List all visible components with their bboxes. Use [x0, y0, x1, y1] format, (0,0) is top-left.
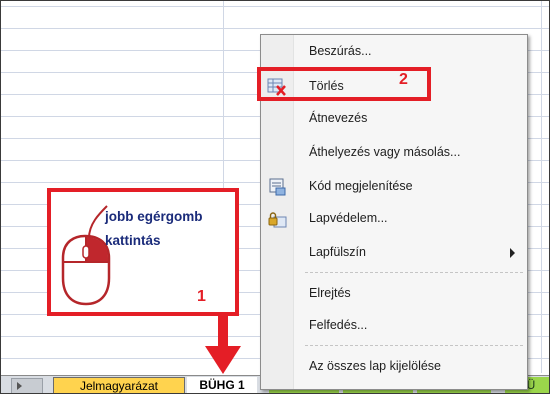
menu-item-view-code[interactable]: Kód megjelenítése [261, 172, 527, 202]
menu-item-label: Lapfülszín [309, 245, 366, 259]
grid-column-line [541, 1, 542, 373]
callout-text-line2: kattintás [105, 233, 161, 248]
tab-scroll-button[interactable] [11, 378, 43, 393]
menu-item-hide[interactable]: Elrejtés [261, 279, 527, 309]
sheet-tab-jelmagyarazat[interactable]: Jelmagyarázat [53, 377, 185, 393]
menu-item-label: Elrejtés [309, 286, 351, 300]
menu-separator [305, 272, 523, 273]
menu-item-label: Felfedés... [309, 318, 368, 332]
step-number-2: 2 [399, 71, 408, 88]
menu-item-label: Beszúrás... [309, 44, 372, 58]
lock-icon [268, 212, 287, 228]
menu-item-select-all-sheets[interactable]: Az összes lap kijelölése [261, 352, 527, 382]
menu-item-rename[interactable]: Átnevezés [261, 104, 527, 134]
step-number-1: 1 [197, 288, 206, 305]
menu-item-label: Kód megjelenítése [309, 179, 413, 193]
view-code-icon [269, 178, 286, 196]
menu-item-label: Az összes lap kijelölése [309, 359, 442, 373]
arrow-down-icon [205, 312, 241, 374]
menu-item-move-copy[interactable]: Áthelyezés vagy másolás... [261, 138, 527, 168]
menu-item-unhide[interactable]: Felfedés... [261, 311, 527, 341]
menu-separator [305, 345, 523, 346]
menu-item-insert[interactable]: Beszúrás... [261, 37, 527, 67]
sheet-tab-buhg1[interactable]: BÜHG 1 [187, 377, 257, 393]
menu-item-tab-color[interactable]: Lapfülszín [261, 238, 527, 268]
right-click-callout: jobb egérgomb kattintás 1 [47, 188, 239, 316]
excel-window: jobb egérgomb kattintás 1 Jelmagyarázat … [0, 0, 550, 394]
menu-item-label: Lapvédelem... [309, 211, 388, 225]
callout-text-line1: jobb egérgomb [105, 209, 203, 224]
submenu-arrow-icon [510, 248, 515, 258]
menu-item-label: Átnevezés [309, 111, 368, 125]
menu-item-protect-sheet[interactable]: Lapvédelem... [261, 204, 527, 234]
menu-item-label: Áthelyezés vagy másolás... [309, 145, 461, 159]
